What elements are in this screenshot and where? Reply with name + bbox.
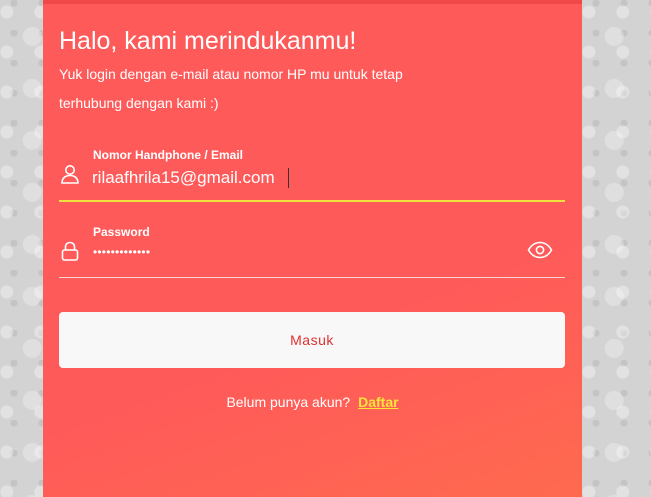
lock-icon bbox=[59, 240, 81, 262]
user-icon bbox=[59, 163, 81, 185]
eye-icon[interactable] bbox=[527, 239, 553, 261]
signup-link[interactable]: Daftar bbox=[358, 394, 398, 410]
email-field[interactable]: Nomor Handphone / Email bbox=[59, 146, 565, 202]
email-field-label: Nomor Handphone / Email bbox=[93, 148, 244, 162]
page-subtitle: Yuk login dengan e-mail atau nomor HP mu… bbox=[59, 66, 403, 111]
email-input[interactable] bbox=[92, 166, 512, 190]
signup-prompt: Belum punya akun? Daftar bbox=[43, 394, 582, 410]
login-panel: Halo, kami merindukanmu! Yuk login denga… bbox=[43, 0, 582, 497]
panel-top-border bbox=[43, 0, 582, 4]
password-field-label: Password bbox=[93, 225, 150, 239]
background-pattern-left bbox=[0, 0, 43, 497]
signup-prompt-text: Belum punya akun? bbox=[226, 394, 351, 410]
password-input[interactable]: ••••••••••••• bbox=[93, 245, 150, 259]
login-button[interactable]: Masuk bbox=[59, 312, 565, 368]
background-pattern-right bbox=[582, 0, 651, 497]
page-title: Halo, kami merindukanmu! bbox=[59, 27, 357, 55]
password-field[interactable]: Password ••••••••••••• bbox=[59, 223, 565, 278]
text-cursor bbox=[288, 168, 289, 188]
